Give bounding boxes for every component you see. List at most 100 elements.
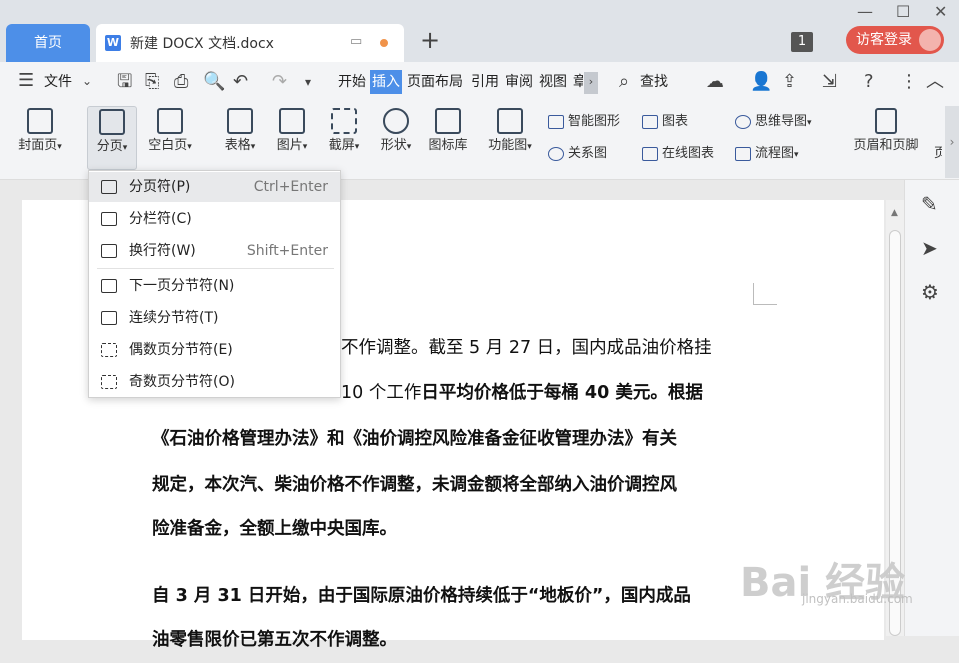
blank-page-button[interactable]: 空白页▾	[140, 108, 200, 153]
chevron-down-icon[interactable]: ⌄	[82, 71, 92, 91]
save-icon[interactable]: 🖫	[117, 72, 132, 92]
search-icon[interactable]: ⌕	[619, 72, 629, 92]
menu-item-column-break[interactable]: 分栏符(C)	[89, 204, 340, 234]
menu-view[interactable]: 视图	[539, 62, 567, 102]
header-footer-icon	[875, 108, 897, 134]
window-count-badge[interactable]: 1	[791, 32, 813, 52]
scroll-up-icon[interactable]: ▲	[891, 208, 898, 218]
undo-icon[interactable]: ↶	[233, 72, 248, 92]
redo-icon[interactable]: ↷	[272, 72, 287, 92]
table-button[interactable]: 表格▾	[216, 108, 264, 153]
help-icon[interactable]: ?	[864, 72, 874, 92]
wps-writer-icon: W	[105, 35, 121, 51]
continuous-section-icon	[101, 311, 117, 325]
page-break-icon	[101, 180, 117, 194]
search-label[interactable]: 查找	[640, 62, 668, 102]
chart-button[interactable]: 图表	[642, 112, 688, 132]
odd-page-section-icon	[101, 375, 117, 389]
menu-reference[interactable]: 引用	[471, 62, 499, 102]
maximize-icon[interactable]: ☐	[896, 2, 910, 21]
avatar	[919, 29, 941, 51]
menu-item-line-break[interactable]: 换行符(W) Shift+Enter	[89, 236, 340, 266]
picture-icon	[279, 108, 305, 134]
menu-icon[interactable]: ☰	[18, 71, 34, 91]
menu-item-odd-page-section[interactable]: 奇数页分节符(O)	[89, 367, 340, 397]
function-chart-button[interactable]: 功能图▾	[480, 108, 540, 153]
menu-insert[interactable]: 插入	[370, 70, 402, 94]
function-chart-icon	[497, 108, 523, 134]
smart-art-label: 智能图形	[568, 114, 621, 129]
menu-bar: ☰ 文件 ⌄ 🖫 ⎘ ⎙ 🔍 ↶ ↷ ▾ 开始 插入 页面布局 引用 审阅 视图…	[0, 62, 959, 102]
text-line-3[interactable]: 《石油价格管理办法》和《油价调控风险准备金征收管理办法》有关	[152, 416, 677, 462]
menu-file[interactable]: 文件	[44, 62, 72, 102]
monitor-icon[interactable]: ▭	[350, 34, 366, 50]
pen-icon[interactable]: ✎	[921, 192, 938, 216]
collapse-ribbon-icon[interactable]: ︿	[926, 72, 944, 92]
cloud-icon[interactable]: ☁	[706, 72, 724, 92]
ribbon-scroll-icon[interactable]: ›	[945, 106, 959, 178]
tab-home[interactable]: 首页	[6, 24, 90, 62]
header-footer-button[interactable]: 页眉和页脚	[846, 108, 926, 153]
text-line-1[interactable]: 不作调整。截至 5 月 27 日，国内成品油价格挂	[341, 325, 712, 371]
cover-page-button[interactable]: 封面页▾	[10, 108, 70, 153]
mind-map-button[interactable]: 思维导图▾	[735, 112, 812, 132]
menu-section[interactable]: 章	[573, 62, 583, 102]
flow-chart-button[interactable]: 流程图▾	[735, 144, 799, 164]
menu-item-page-break[interactable]: 分页符(P) Ctrl+Enter	[89, 172, 340, 202]
pointer-icon[interactable]: ➤	[921, 236, 938, 260]
smart-art-icon	[548, 114, 564, 129]
text-line-5[interactable]: 险准备金，全额上缴中央国库。	[152, 506, 397, 552]
baidu-watermark: Bai 经验 jingyan.baidu.com	[740, 550, 913, 608]
text-line-2-bold: 日平均价格低于每桶 40 美元。根据	[421, 383, 703, 403]
share-icon[interactable]: ⇪	[782, 72, 797, 92]
shape-button[interactable]: 形状▾	[372, 108, 420, 153]
next-page-section-icon	[101, 279, 117, 293]
menu-item-next-page-section[interactable]: 下一页分节符(N)	[89, 271, 340, 301]
screenshot-button[interactable]: 截屏▾	[320, 108, 368, 153]
page-break-dropdown: 分页符(P) Ctrl+Enter 分栏符(C) 换行符(W) Shift+En…	[88, 170, 341, 398]
menu-page-layout[interactable]: 页面布局	[407, 62, 463, 102]
tools-icon[interactable]: ⇲	[822, 72, 837, 92]
menu-review[interactable]: 审阅	[505, 62, 533, 102]
icon-library-label: 图标库	[428, 138, 468, 153]
menu-start[interactable]: 开始	[338, 62, 366, 102]
chart-label: 图表	[662, 114, 689, 129]
text-line-7[interactable]: 油零售限价已第五次不作调整。	[152, 617, 397, 663]
collab-icon[interactable]: 👤	[750, 72, 772, 92]
screenshot-label: 截屏	[328, 138, 355, 153]
menu-item-even-page-section[interactable]: 偶数页分节符(E)	[89, 335, 340, 365]
text-line-6[interactable]: 自 3 月 31 日开始，由于国际原油价格持续低于“地板价”，国内成品	[152, 573, 691, 619]
tab-document[interactable]: W 新建 DOCX 文档.docx ▭	[96, 24, 404, 62]
document-tab-title: 新建 DOCX 文档.docx	[130, 36, 274, 52]
format-painter-icon[interactable]: ⎘	[145, 72, 159, 92]
blank-page-icon	[157, 108, 183, 134]
page-break-button[interactable]: 分页▾	[87, 106, 137, 170]
relation-chart-button[interactable]: 关系图	[548, 144, 607, 164]
smart-art-button[interactable]: 智能图形	[548, 112, 620, 132]
scroll-right-icon[interactable]: ›	[584, 72, 598, 94]
shape-icon	[383, 108, 409, 134]
text-line-2[interactable]: 10 个工作日平均价格低于每桶 40 美元。根据	[341, 370, 703, 416]
picture-button[interactable]: 图片▾	[268, 108, 316, 153]
menu-item-continuous-section[interactable]: 连续分节符(T)	[89, 303, 340, 333]
chart-icon	[642, 114, 658, 129]
watermark-url: jingyan.baidu.com	[802, 592, 913, 606]
minimize-icon[interactable]: —	[857, 2, 873, 21]
relation-chart-label: 关系图	[568, 146, 608, 161]
settings-sliders-icon[interactable]: ⚙	[921, 280, 939, 304]
close-icon[interactable]: ✕	[934, 2, 947, 21]
menu-item-label: 分栏符(C)	[129, 211, 192, 227]
online-chart-button[interactable]: 在线图表	[642, 144, 714, 164]
print-icon[interactable]: ⎙	[174, 72, 188, 92]
new-tab-button[interactable]: +	[420, 26, 440, 54]
icon-library-button[interactable]: 图标库	[424, 108, 472, 153]
flow-chart-icon	[735, 146, 751, 161]
more-icon[interactable]: ⋮	[900, 72, 918, 92]
cover-page-icon	[27, 108, 53, 134]
text-line-4[interactable]: 规定，本次汽、柴油价格不作调整，未调金额将全部纳入油价调控风	[152, 462, 677, 508]
print-preview-icon[interactable]: 🔍	[203, 72, 225, 92]
customize-icon[interactable]: ▾	[305, 72, 311, 92]
even-page-section-icon	[101, 343, 117, 357]
guest-login-button[interactable]: 访客登录	[846, 26, 944, 54]
online-chart-label: 在线图表	[662, 146, 715, 161]
